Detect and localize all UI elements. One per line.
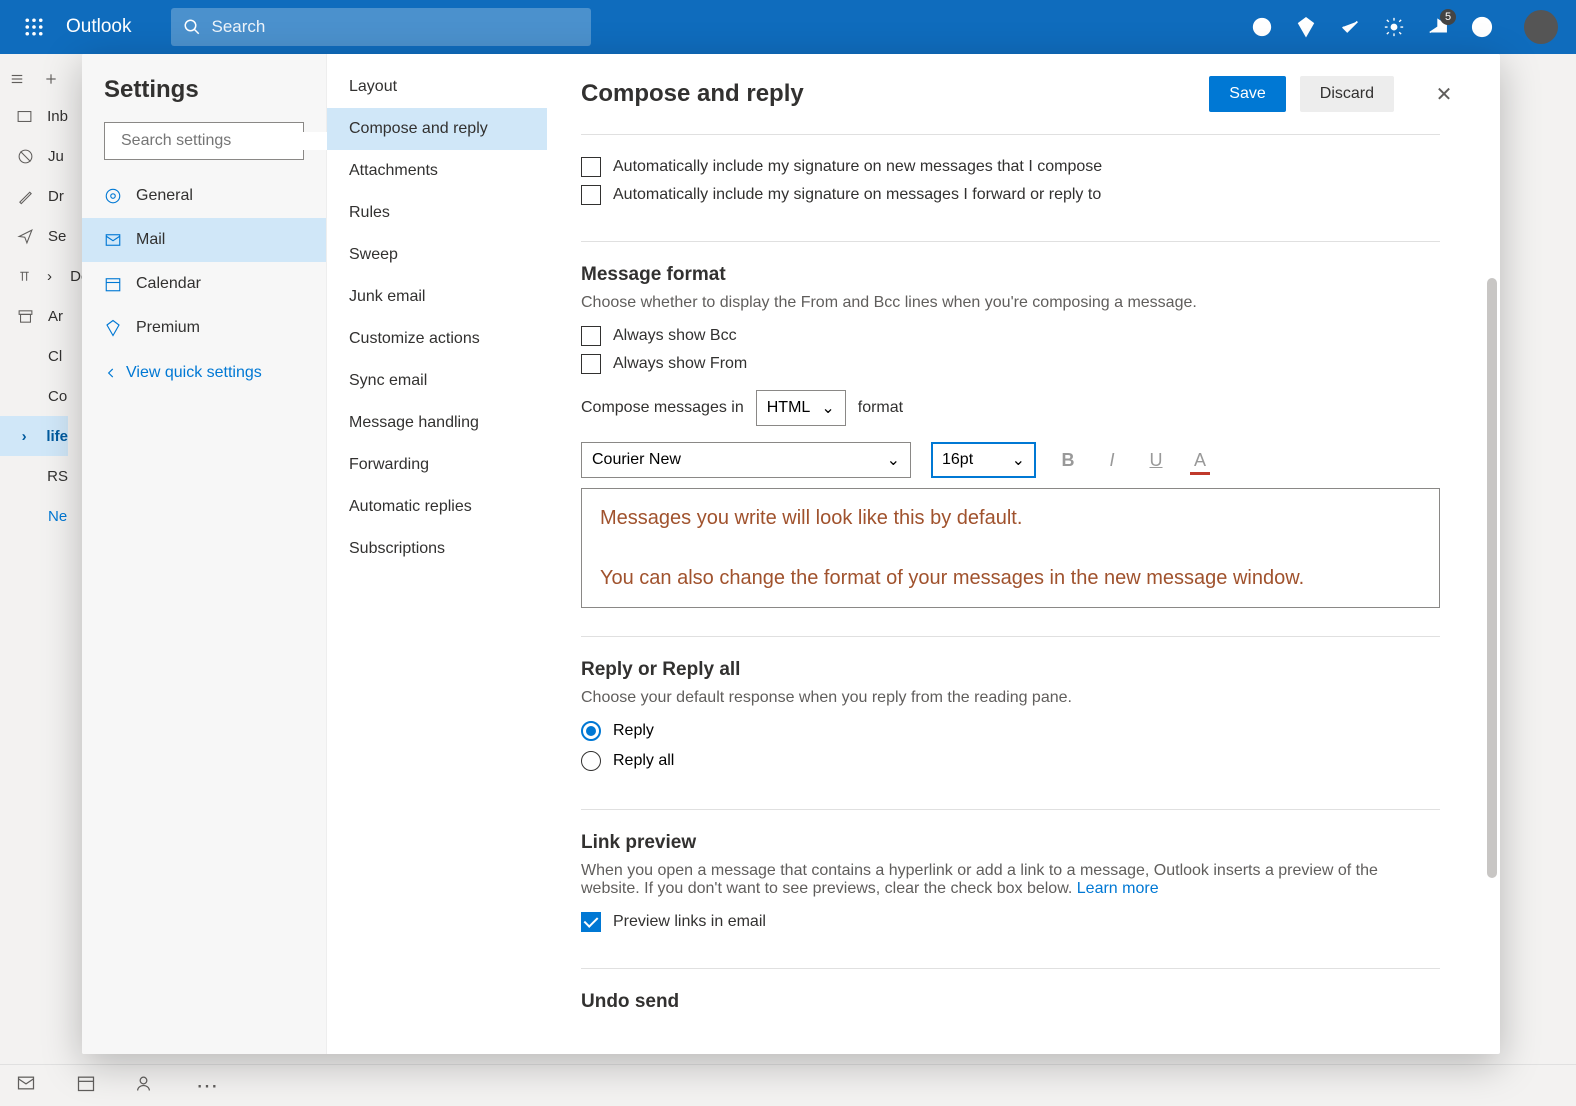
- sub-autoreply[interactable]: Automatic replies: [327, 486, 547, 528]
- diamond-icon[interactable]: [1294, 15, 1318, 39]
- sub-sync[interactable]: Sync email: [327, 360, 547, 402]
- folder-junk[interactable]: Ju: [0, 136, 68, 176]
- cat-mail[interactable]: Mail: [82, 218, 326, 262]
- radio-reply-all[interactable]: [581, 751, 601, 771]
- discard-button[interactable]: Discard: [1300, 76, 1394, 112]
- search-settings[interactable]: [104, 122, 304, 160]
- check-show-bcc[interactable]: [581, 326, 601, 346]
- sub-rules[interactable]: Rules: [327, 192, 547, 234]
- linkprev-desc: When you open a message that contains a …: [581, 862, 1440, 898]
- folder-life[interactable]: ›life: [0, 416, 68, 456]
- bottom-bar: ⋯: [0, 1064, 1576, 1106]
- chevron-down-icon: ⌄: [821, 398, 834, 418]
- todo-icon[interactable]: [1338, 15, 1362, 39]
- brand-label: Outlook: [66, 16, 131, 38]
- folder-clutter[interactable]: Cl: [0, 336, 68, 376]
- bold-icon[interactable]: B: [1056, 448, 1080, 472]
- mail-module-icon[interactable]: [16, 1073, 36, 1098]
- more-modules-icon[interactable]: ⋯: [196, 1073, 218, 1099]
- sub-customize[interactable]: Customize actions: [327, 318, 547, 360]
- sub-attachments[interactable]: Attachments: [327, 150, 547, 192]
- underline-icon[interactable]: U: [1144, 448, 1168, 472]
- global-search-input[interactable]: [211, 17, 579, 37]
- check-sig-new[interactable]: [581, 157, 601, 177]
- sub-compose[interactable]: Compose and reply: [327, 108, 547, 150]
- folder-drafts[interactable]: Dr: [0, 176, 68, 216]
- format-preview: Messages you write will look like this b…: [581, 488, 1440, 608]
- help-icon[interactable]: [1470, 15, 1494, 39]
- check-sig-new-label: Automatically include my signature on ne…: [613, 158, 1102, 176]
- check-sig-reply[interactable]: [581, 185, 601, 205]
- folder-inbox[interactable]: Inb: [0, 96, 68, 136]
- page-title: Compose and reply: [581, 80, 1195, 108]
- scrollbar[interactable]: [1484, 134, 1500, 1054]
- close-icon[interactable]: ✕: [1428, 82, 1460, 107]
- settings-modal: Settings General Mail Calendar Premium V…: [82, 54, 1500, 1054]
- settings-subnav: Layout Compose and reply Attachments Rul…: [327, 54, 547, 1054]
- folder-notes[interactable]: Ne: [0, 496, 68, 536]
- font-family-select[interactable]: Courier New⌄: [581, 442, 911, 478]
- undo-title: Undo send: [581, 991, 1440, 1013]
- folder-rail: Inb Ju Dr Se › De Ar Cl Co ›life RS Ne: [0, 54, 68, 1064]
- search-settings-input[interactable]: [121, 132, 328, 150]
- sub-forwarding[interactable]: Forwarding: [327, 444, 547, 486]
- global-search[interactable]: [171, 8, 591, 46]
- reply-desc: Choose your default response when you re…: [581, 689, 1440, 707]
- hamburger-icon[interactable]: [10, 68, 24, 90]
- sub-handling[interactable]: Message handling: [327, 402, 547, 444]
- app-launcher-icon[interactable]: [10, 18, 58, 36]
- check-show-from[interactable]: [581, 354, 601, 374]
- cat-premium[interactable]: Premium: [82, 306, 326, 350]
- check-sig-reply-label: Automatically include my signature on me…: [613, 186, 1101, 204]
- settings-sidebar: Settings General Mail Calendar Premium V…: [82, 54, 327, 1054]
- font-color-icon[interactable]: A: [1188, 448, 1212, 472]
- calendar-module-icon[interactable]: [76, 1073, 96, 1098]
- reply-title: Reply or Reply all: [581, 659, 1440, 681]
- font-size-select[interactable]: 16pt⌄: [931, 442, 1036, 478]
- msgfmt-desc: Choose whether to display the From and B…: [581, 294, 1440, 312]
- folder-archive[interactable]: Ar: [0, 296, 68, 336]
- compose-format-select[interactable]: HTML ⌄: [756, 390, 846, 426]
- gear-icon[interactable]: [1382, 15, 1406, 39]
- folder-rss[interactable]: RS: [0, 456, 68, 496]
- learn-more-link[interactable]: Learn more: [1077, 880, 1159, 897]
- chevron-down-icon: ⌄: [1012, 450, 1025, 470]
- notifications-icon[interactable]: 5: [1426, 15, 1450, 39]
- sub-sweep[interactable]: Sweep: [327, 234, 547, 276]
- chevron-down-icon: ⌄: [887, 450, 900, 470]
- notif-badge: 5: [1440, 9, 1456, 25]
- msgfmt-title: Message format: [581, 264, 1440, 286]
- check-link-preview[interactable]: [581, 912, 601, 932]
- view-quick-settings[interactable]: View quick settings: [82, 350, 326, 396]
- sub-subscriptions[interactable]: Subscriptions: [327, 528, 547, 570]
- top-header: Outlook 5: [0, 0, 1576, 54]
- sub-layout[interactable]: Layout: [327, 66, 547, 108]
- skype-icon[interactable]: [1250, 15, 1274, 39]
- folder-sent[interactable]: Se: [0, 216, 68, 256]
- save-button[interactable]: Save: [1209, 76, 1285, 112]
- new-mail-icon[interactable]: [44, 68, 58, 90]
- radio-reply[interactable]: [581, 721, 601, 741]
- folder-deleted[interactable]: › De: [0, 256, 68, 296]
- cat-calendar[interactable]: Calendar: [82, 262, 326, 306]
- linkprev-title: Link preview: [581, 832, 1440, 854]
- people-module-icon[interactable]: [136, 1073, 156, 1098]
- sub-junk[interactable]: Junk email: [327, 276, 547, 318]
- cat-general[interactable]: General: [82, 174, 326, 218]
- folder-conv[interactable]: Co: [0, 376, 68, 416]
- avatar[interactable]: [1524, 10, 1558, 44]
- italic-icon[interactable]: I: [1100, 448, 1124, 472]
- settings-title: Settings: [82, 76, 326, 122]
- settings-content: Compose and reply Save Discard ✕ Automat…: [547, 54, 1500, 1054]
